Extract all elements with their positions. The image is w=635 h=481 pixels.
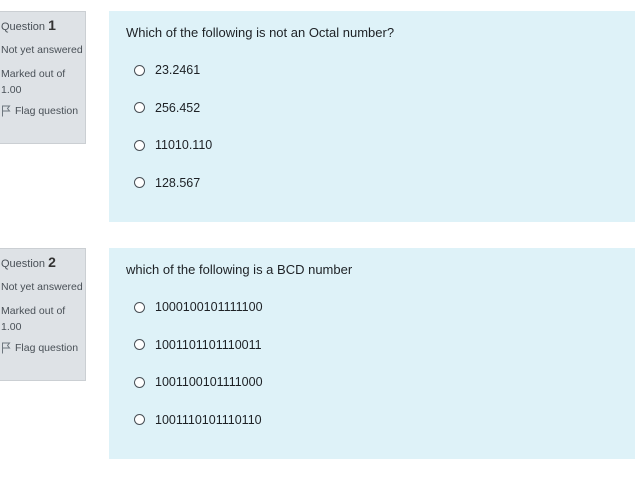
answer-label: 11010.110 bbox=[155, 138, 213, 153]
radio-unchecked-icon[interactable] bbox=[134, 414, 145, 426]
question-2-info: Question 2 Not yet answered Marked out o… bbox=[0, 248, 86, 381]
answer-option[interactable]: 128.567 bbox=[134, 175, 618, 191]
answer-label: 1001100101111000 bbox=[155, 375, 263, 390]
question-label: Question bbox=[1, 258, 46, 270]
question-1-info: Question 1 Not yet answered Marked out o… bbox=[0, 11, 86, 144]
question-2-flag-button[interactable]: Flag question bbox=[1, 341, 85, 355]
radio-unchecked-icon[interactable] bbox=[134, 301, 145, 313]
quiz-page: Question 1 Not yet answered Marked out o… bbox=[0, 0, 635, 481]
question-2-grade: Marked out of 1.00 bbox=[1, 305, 66, 333]
answer-option[interactable]: 23.2461 bbox=[134, 62, 618, 78]
question-1-content: Which of the following is not an Octal n… bbox=[109, 11, 635, 222]
answer-label: 1001110101110110 bbox=[155, 412, 262, 427]
radio-unchecked-icon[interactable] bbox=[134, 139, 145, 151]
question-1-grade: Marked out of 1.00 bbox=[1, 68, 66, 96]
question-1-text: Which of the following is not an Octal n… bbox=[126, 25, 395, 40]
answer-option[interactable]: 11010.110 bbox=[134, 137, 618, 153]
answer-label: 1000100101111100 bbox=[155, 300, 263, 314]
flag-question-label: Flag question bbox=[15, 105, 79, 117]
radio-unchecked-icon[interactable] bbox=[134, 376, 145, 388]
question-number: 1 bbox=[48, 17, 56, 33]
flag-icon bbox=[2, 342, 11, 354]
question-2-content: which of the following is a BCD number 1… bbox=[109, 248, 635, 459]
question-1-number: Question 1 bbox=[1, 18, 85, 34]
question-1-state: Not yet answered bbox=[1, 44, 83, 56]
question-label: Question bbox=[1, 21, 46, 33]
radio-unchecked-icon[interactable] bbox=[134, 64, 145, 76]
question-2-state: Not yet answered bbox=[1, 281, 83, 293]
flag-question-label: Flag question bbox=[15, 342, 79, 354]
answer-option[interactable]: 1001110101110110 bbox=[134, 412, 618, 428]
question-2-number: Question 2 bbox=[1, 255, 85, 271]
question-number: 2 bbox=[48, 254, 56, 270]
answer-option[interactable]: 1001101101110011 bbox=[134, 337, 618, 353]
answer-option[interactable]: 1000100101111100 bbox=[134, 299, 618, 315]
question-2-answer-list: 1000100101111100 1001101101110011 100110… bbox=[126, 299, 618, 428]
question-1-answer-list: 23.2461 256.452 11010.110 128.567 bbox=[126, 62, 618, 191]
answer-label: 1001101101110011 bbox=[155, 337, 262, 352]
radio-unchecked-icon[interactable] bbox=[134, 102, 145, 114]
radio-unchecked-icon[interactable] bbox=[134, 339, 145, 351]
radio-unchecked-icon[interactable] bbox=[134, 177, 145, 189]
flag-icon bbox=[2, 105, 11, 117]
answer-option[interactable]: 1001100101111000 bbox=[134, 374, 618, 390]
question-1-flag-button[interactable]: Flag question bbox=[1, 104, 85, 118]
answer-option[interactable]: 256.452 bbox=[134, 100, 618, 116]
question-2-text: which of the following is a BCD number bbox=[126, 262, 353, 277]
answer-label: 128.567 bbox=[155, 175, 201, 190]
answer-label: 23.2461 bbox=[155, 63, 201, 77]
answer-label: 256.452 bbox=[155, 100, 201, 115]
